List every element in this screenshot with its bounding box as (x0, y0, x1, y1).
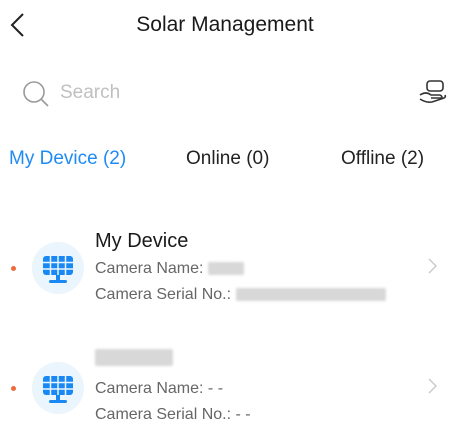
hand-device-icon[interactable] (418, 78, 448, 106)
solar-panel-icon (32, 242, 84, 294)
offline-status-dot (11, 266, 16, 271)
redacted-camera-name (207, 262, 244, 276)
tab-offline[interactable]: Offline (2) (341, 148, 424, 170)
camera-name-row: Camera Name: - - (95, 380, 224, 397)
redacted-device-name (95, 349, 173, 367)
page-title: Solar Management (136, 13, 314, 36)
chevron-right-icon (428, 378, 437, 394)
header: Solar Management (0, 0, 450, 52)
camera-serial-row: Camera Serial No.: (95, 286, 386, 304)
camera-name-label: Camera Name: (95, 260, 208, 277)
camera-serial-row: Camera Serial No.: - - (95, 406, 251, 423)
search-bar (0, 72, 450, 112)
redacted-serial-number (235, 288, 386, 302)
device-list-item[interactable]: Camera Name: - - Camera Serial No.: - - (0, 338, 450, 434)
camera-name-row: Camera Name: (95, 260, 244, 278)
device-list-item[interactable]: My Device Camera Name: Camera Serial No.… (0, 222, 450, 318)
device-tabs: My Device (2) Online (0) Offline (2) (0, 140, 450, 180)
solar-panel-icon (32, 362, 84, 414)
device-name: My Device (95, 230, 189, 252)
tab-online[interactable]: Online (0) (186, 148, 269, 170)
device-name-redacted (95, 346, 173, 369)
search-icon (23, 81, 49, 107)
camera-serial-label: Camera Serial No.: (95, 286, 236, 303)
chevron-right-icon (428, 258, 437, 274)
tab-my-device[interactable]: My Device (2) (9, 148, 126, 170)
search-input[interactable] (60, 80, 360, 106)
offline-status-dot (11, 386, 16, 391)
